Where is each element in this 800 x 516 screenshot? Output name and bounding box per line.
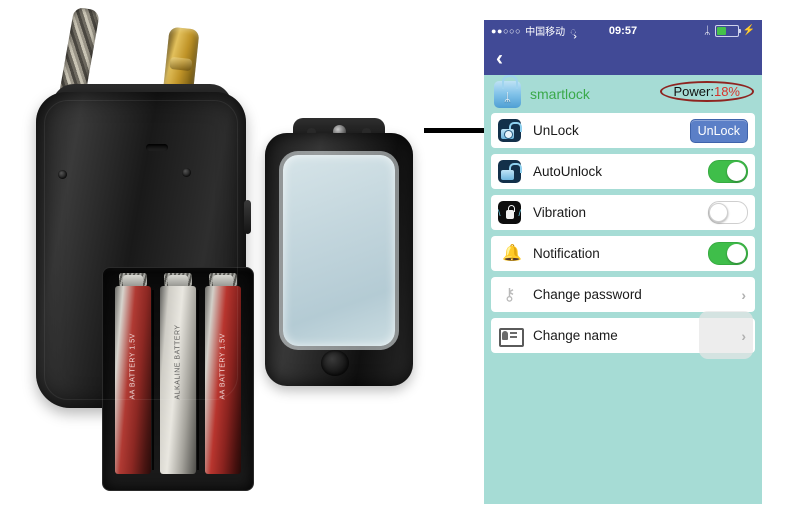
navigation-bar: ‹ xyxy=(484,41,762,75)
notification-toggle[interactable] xyxy=(708,242,748,265)
cover-button xyxy=(321,350,349,376)
vibrating-padlock-icon: \ / xyxy=(498,201,521,224)
power-value: 18% xyxy=(713,84,740,99)
battery-label: AA BATTERY 1.5V xyxy=(219,333,227,400)
side-button xyxy=(244,200,251,234)
page-title: smartlock xyxy=(530,86,590,102)
phone-screenshot-panel: ●●○○○ 中国移动 ᯮ 09:57 ᛦ ⚡ ‹ ᛦ smartlock Pow… xyxy=(484,20,762,504)
list-item-autounlock[interactable]: AutoUnlock xyxy=(491,154,755,189)
battery-cell: AA BATTERY 1.5V xyxy=(115,273,151,474)
list-item-label: Notification xyxy=(533,246,600,261)
list-item-label: AutoUnlock xyxy=(533,164,603,179)
list-item-label: UnLock xyxy=(533,123,579,138)
charging-bolt-icon: ⚡ xyxy=(742,25,755,36)
battery-label: AA BATTERY 1.5V xyxy=(129,333,137,400)
vibration-toggle[interactable] xyxy=(708,201,748,224)
chevron-right-icon: › xyxy=(741,327,746,344)
padlock-body: AA BATTERY 1.5V ALKALINE BATTERY AA BATT… xyxy=(36,92,254,491)
unlock-hand-icon xyxy=(498,119,522,142)
chevron-right-icon: › xyxy=(741,286,746,303)
app-header: ᛦ smartlock Power:18% xyxy=(484,74,762,113)
list-item-unlock[interactable]: UnLock UnLock xyxy=(491,113,755,148)
open-padlock-icon xyxy=(498,160,522,183)
screw xyxy=(58,170,67,179)
id-card-icon xyxy=(498,324,524,347)
list-item-label: Change password xyxy=(533,287,642,302)
battery-cover xyxy=(265,133,413,386)
product-photo: AA BATTERY 1.5V ALKALINE BATTERY AA BATT… xyxy=(0,0,590,516)
battery-icon xyxy=(714,24,741,37)
back-button[interactable]: ‹ xyxy=(496,48,503,69)
status-bar: ●●○○○ 中国移动 ᯮ 09:57 ᛦ ⚡ xyxy=(484,20,762,41)
list-item-label: Vibration xyxy=(533,205,587,220)
battery-label: ALKALINE BATTERY xyxy=(174,324,182,400)
screenshot-root: AA BATTERY 1.5V ALKALINE BATTERY AA BATT… xyxy=(0,0,800,516)
power-label: Power: xyxy=(673,84,714,99)
list-item-notification[interactable]: 🔔 Notification xyxy=(491,236,755,271)
battery-cell: AA BATTERY 1.5V xyxy=(205,273,241,474)
list-item-change-name[interactable]: Change name › xyxy=(491,311,755,359)
list-item-label: Change name xyxy=(533,328,618,343)
list-item-vibration[interactable]: \ / Vibration xyxy=(491,195,755,230)
bell-icon: 🔔 xyxy=(502,245,522,262)
autounlock-toggle[interactable] xyxy=(708,160,748,183)
unlock-button[interactable]: UnLock xyxy=(689,118,748,143)
port-slot xyxy=(146,144,168,151)
list-item-change-password[interactable]: ⚷ Change password › xyxy=(491,277,755,312)
battery-cell: ALKALINE BATTERY xyxy=(160,273,196,474)
settings-list: UnLock UnLock AutoUnlock \ / Vibration 🔔… xyxy=(484,113,762,359)
screw xyxy=(182,168,191,177)
smartlock-logo-icon: ᛦ xyxy=(494,74,521,108)
power-indicator: Power:18% xyxy=(659,81,754,102)
cover-gasket xyxy=(283,155,395,346)
battery-compartment: AA BATTERY 1.5V ALKALINE BATTERY AA BATT… xyxy=(102,267,254,491)
keys-icon: ⚷ xyxy=(503,285,516,304)
bluetooth-icon: ᛦ xyxy=(703,24,711,37)
